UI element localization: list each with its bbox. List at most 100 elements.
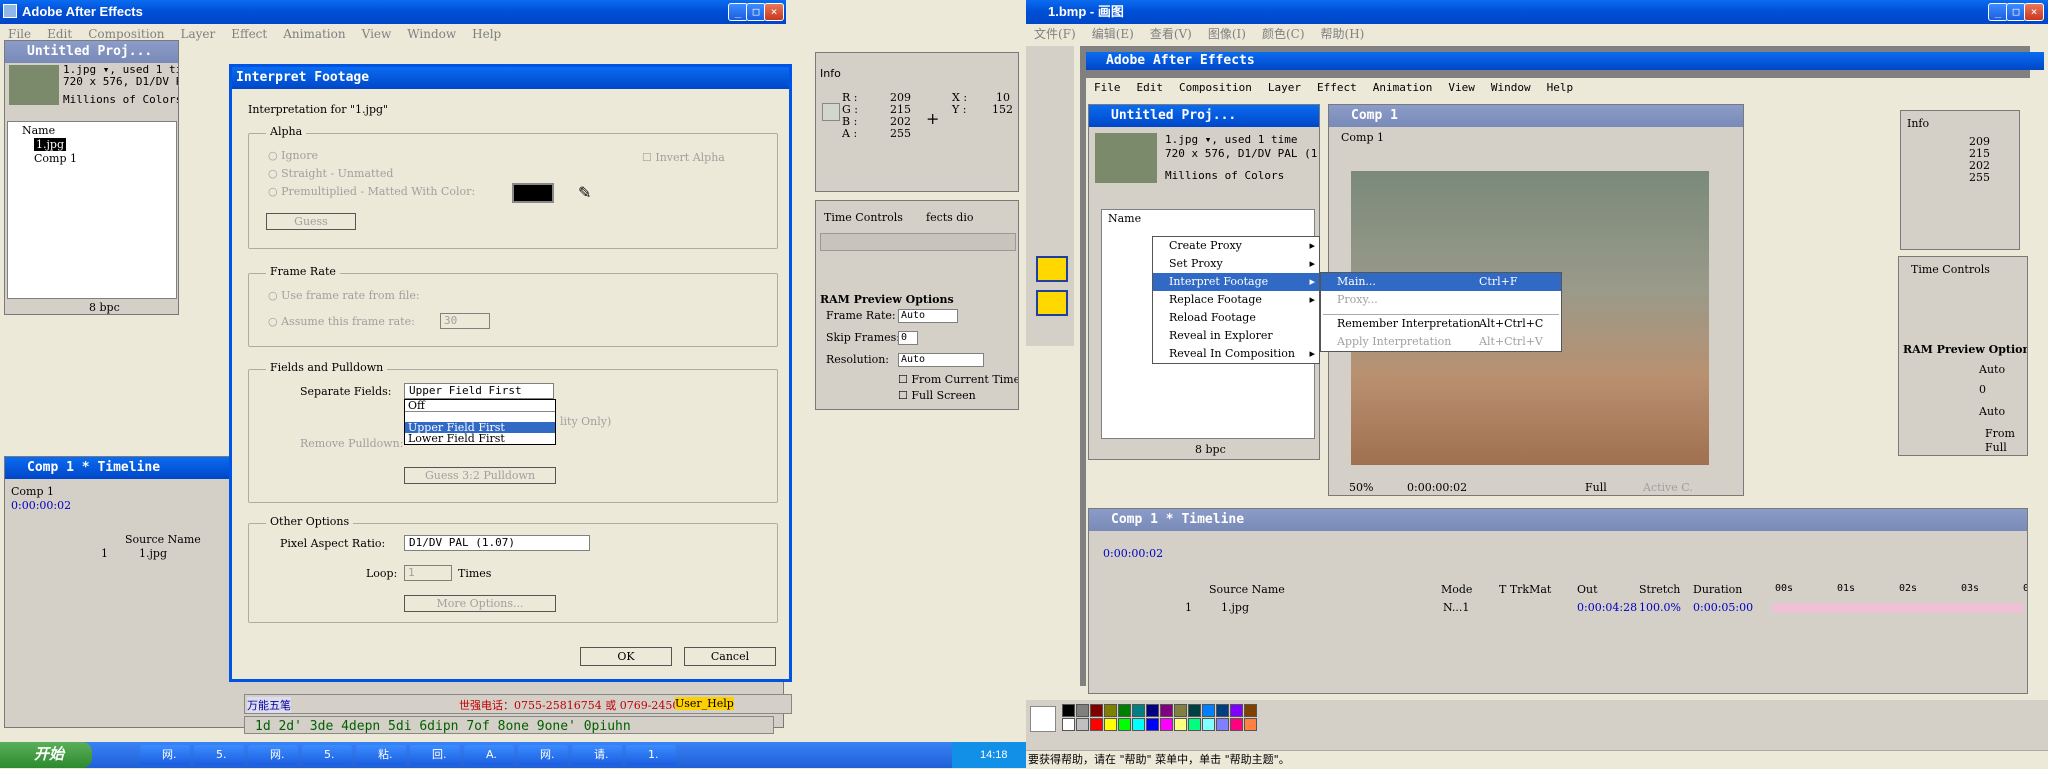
inner-comp-tab[interactable]: Comp 1 — [1341, 131, 1384, 144]
inner-menu-item-8[interactable]: Help — [1547, 81, 1574, 94]
comp-time[interactable]: 0:00:00:02 — [1407, 481, 1467, 494]
inner-menu-item-0[interactable]: File — [1094, 81, 1121, 94]
palette-swatch-19[interactable] — [1132, 718, 1145, 731]
alpha-guess-button[interactable]: Guess — [266, 213, 356, 230]
option-off[interactable]: Off — [405, 400, 555, 411]
taskbar-button-8[interactable]: 请. — [572, 745, 622, 765]
ime-help[interactable]: User_Help — [675, 697, 734, 710]
full-screen-checkbox[interactable]: ☐ Full Screen — [898, 389, 976, 402]
palette-swatch-18[interactable] — [1118, 718, 1131, 731]
palette-swatch-11[interactable] — [1216, 704, 1229, 717]
inner-menu-item-1[interactable]: Edit — [1137, 81, 1164, 94]
inner-layer-bar[interactable] — [1773, 603, 2023, 613]
inner-menu-item-2[interactable]: Composition — [1179, 81, 1252, 94]
inner-menu-item-5[interactable]: Animation — [1373, 81, 1433, 94]
timeline-time[interactable]: 0:00:00:02 — [11, 499, 71, 512]
paint-maximize-button[interactable]: □ — [2006, 3, 2026, 21]
menu-interpret-footage[interactable]: Interpret Footage — [1153, 273, 1319, 291]
tool-option-2[interactable] — [1036, 290, 1068, 316]
paint-menu-item-4[interactable]: 颜色(C) — [1262, 27, 1305, 41]
taskbar-button-0[interactable]: 网. — [140, 745, 190, 765]
paint-menu-item-1[interactable]: 编辑(E) — [1092, 27, 1134, 41]
view-select[interactable]: Active C. — [1643, 481, 1693, 494]
taskbar-button-9[interactable]: 1. — [626, 745, 676, 765]
tool-option-1[interactable] — [1036, 256, 1068, 282]
palette-swatch-6[interactable] — [1146, 704, 1159, 717]
menu-reload-footage[interactable]: Reload Footage — [1153, 309, 1319, 327]
from-current-checkbox[interactable]: ☐ From Current Time — [898, 373, 1018, 386]
menu-reveal-explorer[interactable]: Reveal in Explorer — [1153, 327, 1319, 345]
taskbar-button-7[interactable]: 网. — [518, 745, 568, 765]
inner-menu-item-4[interactable]: Effect — [1317, 81, 1357, 94]
ignore-radio[interactable]: ○ Ignore — [268, 149, 318, 162]
name-column-header[interactable]: Name — [22, 124, 55, 137]
palette-swatch-3[interactable] — [1104, 704, 1117, 717]
taskbar-button-6[interactable]: A. — [464, 745, 514, 765]
paint-close-button[interactable]: × — [2024, 3, 2044, 21]
layer-name[interactable]: 1.jpg — [139, 547, 167, 560]
inner-bpc[interactable]: 8 bpc — [1195, 443, 1226, 456]
menu-item-7[interactable]: Window — [407, 27, 456, 41]
palette-swatch-4[interactable] — [1118, 704, 1131, 717]
palette-swatch-27[interactable] — [1244, 718, 1257, 731]
inner-frame-rate[interactable]: Auto — [1979, 363, 2005, 376]
taskbar-button-5[interactable]: 回. — [410, 745, 460, 765]
inner-menu-item-3[interactable]: Layer — [1268, 81, 1301, 94]
maximize-button[interactable]: □ — [746, 3, 766, 21]
submenu-main[interactable]: Main... Ctrl+F — [1321, 273, 1561, 291]
inner-from[interactable]: From — [1985, 427, 2015, 440]
invert-alpha-checkbox[interactable]: ☐ Invert Alpha — [642, 151, 725, 164]
palette-swatch-26[interactable] — [1230, 718, 1243, 731]
palette-swatch-21[interactable] — [1160, 718, 1173, 731]
zoom-select[interactable]: 50% — [1349, 481, 1373, 494]
palette-swatch-12[interactable] — [1230, 704, 1243, 717]
menu-item-0[interactable]: File — [8, 27, 31, 41]
premultiplied-radio[interactable]: ○ Premultiplied - Matted With Color: — [268, 185, 475, 198]
menu-item-3[interactable]: Layer — [181, 27, 216, 41]
palette-swatch-5[interactable] — [1132, 704, 1145, 717]
taskbar-button-2[interactable]: 网. — [248, 745, 298, 765]
menu-create-proxy[interactable]: Create Proxy — [1153, 237, 1319, 255]
quality-select[interactable]: Full — [1585, 481, 1607, 494]
timeline-comp-tab[interactable]: Comp 1 — [11, 485, 54, 498]
inner-tc-title[interactable]: Time Controls — [1911, 263, 1990, 276]
palette-swatch-10[interactable] — [1202, 704, 1215, 717]
menu-set-proxy[interactable]: Set Proxy — [1153, 255, 1319, 273]
inner-full[interactable]: Full — [1985, 441, 2007, 454]
pixel-aspect-select[interactable]: D1/DV PAL (1.07) — [404, 535, 590, 551]
ok-button[interactable]: OK — [580, 647, 672, 666]
resolution-select[interactable]: Auto — [898, 353, 984, 367]
minimize-button[interactable]: _ — [728, 3, 748, 21]
inner-layer-duration[interactable]: 0:00:05:00 — [1693, 601, 1753, 614]
menu-replace-footage[interactable]: Replace Footage — [1153, 291, 1319, 309]
menu-item-5[interactable]: Animation — [283, 27, 345, 41]
taskbar-button-4[interactable]: 粘. — [356, 745, 406, 765]
matte-color-swatch[interactable] — [512, 183, 554, 203]
palette-swatch-22[interactable] — [1174, 718, 1187, 731]
time-controls-tab[interactable]: Time Controls — [824, 211, 903, 224]
more-options-button[interactable]: More Options... — [404, 595, 556, 612]
palette-swatch-23[interactable] — [1188, 718, 1201, 731]
inner-name-header[interactable]: Name — [1108, 212, 1141, 225]
inner-timeline-time[interactable]: 0:00:00:02 — [1103, 547, 1163, 560]
menu-item-6[interactable]: View — [362, 27, 392, 41]
palette-swatch-7[interactable] — [1160, 704, 1173, 717]
cancel-button[interactable]: Cancel — [684, 647, 776, 666]
palette-swatch-2[interactable] — [1090, 704, 1103, 717]
paint-menu-item-2[interactable]: 查看(V) — [1150, 27, 1192, 41]
palette-swatch-24[interactable] — [1202, 718, 1215, 731]
paint-menu-item-3[interactable]: 图像(I) — [1208, 27, 1246, 41]
menu-item-2[interactable]: Composition — [88, 27, 164, 41]
inner-layer-stretch[interactable]: 100.0% — [1639, 601, 1681, 614]
inner-layer-mode[interactable]: N...1 — [1443, 601, 1469, 614]
inner-layer-out[interactable]: 0:00:04:28 — [1577, 601, 1637, 614]
menu-reveal-in-comp[interactable]: Reveal In Composition — [1153, 345, 1319, 363]
project-item-comp1[interactable]: Comp 1 — [34, 152, 77, 165]
submenu-proxy[interactable]: Proxy... — [1321, 291, 1561, 309]
palette-swatch-17[interactable] — [1104, 718, 1117, 731]
playback-buttons[interactable] — [820, 233, 1016, 251]
palette-swatch-16[interactable] — [1090, 718, 1103, 731]
candidate-list[interactable]: 1d 2d' 3de 4depn 5di 6dipn 7of 8one 9one… — [255, 719, 631, 734]
inner-res[interactable]: Auto — [1979, 405, 2005, 418]
inner-menu-item-7[interactable]: Window — [1491, 81, 1531, 94]
